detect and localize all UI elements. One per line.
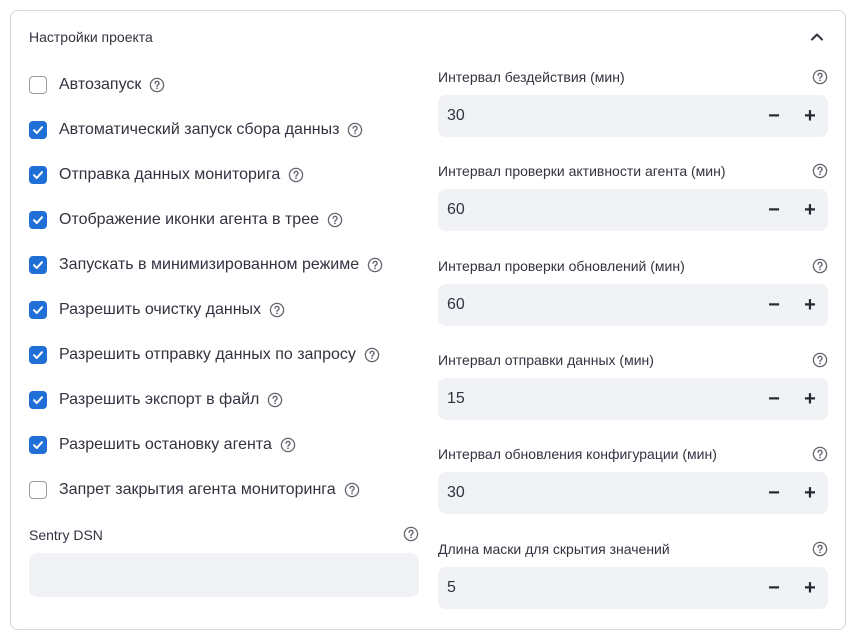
increment-button[interactable]: + <box>792 567 828 609</box>
number-input-value[interactable]: 15 <box>438 390 756 408</box>
checkbox-label: Разрешить очистку данных <box>59 301 262 318</box>
help-icon[interactable] <box>347 122 363 138</box>
checkbox-label: Отправка данных мониторига <box>59 166 281 183</box>
checkbox-checked[interactable] <box>29 436 47 454</box>
chevron-up-icon[interactable] <box>807 27 827 47</box>
checkbox-row-auto-collect[interactable]: Автоматический запуск сбора данныз <box>29 118 363 142</box>
checkbox-label: Разрешить отправку данных по запросу <box>59 346 356 363</box>
help-icon[interactable] <box>812 352 828 368</box>
number-input-mask-length: Длина маски для скрытия значений 5 − + <box>438 541 828 623</box>
decrement-button[interactable]: − <box>756 378 792 420</box>
number-input-value[interactable]: 30 <box>438 107 756 125</box>
checkbox-row-send-monitoring[interactable]: Отправка данных мониторига <box>29 163 304 187</box>
checkbox-checked[interactable] <box>29 166 47 184</box>
help-icon[interactable] <box>812 258 828 274</box>
number-input-value[interactable]: 60 <box>438 296 756 314</box>
help-icon[interactable] <box>812 163 828 179</box>
decrement-button[interactable]: − <box>756 189 792 231</box>
number-input-box[interactable]: 30 − + <box>438 95 828 137</box>
help-icon[interactable] <box>367 257 383 273</box>
checkbox-row-tray-icon[interactable]: Отображение иконки агента в трее <box>29 208 343 232</box>
help-icon[interactable] <box>812 541 828 557</box>
sentry-dsn-label: Sentry DSN <box>29 527 103 543</box>
increment-button[interactable]: + <box>792 189 828 231</box>
help-icon[interactable] <box>269 302 285 318</box>
help-icon[interactable] <box>149 77 165 93</box>
checkbox-label: Автоматический запуск сбора данныз <box>59 121 340 138</box>
help-icon[interactable] <box>344 482 360 498</box>
checkbox-checked[interactable] <box>29 391 47 409</box>
help-icon[interactable] <box>812 446 828 462</box>
decrement-button[interactable]: − <box>756 567 792 609</box>
checkbox-label: Разрешить экспорт в файл <box>59 391 260 408</box>
number-input-label: Интервал проверки активности агента (мин… <box>438 163 726 179</box>
number-input-box[interactable]: 60 − + <box>438 284 828 326</box>
help-icon[interactable] <box>288 167 304 183</box>
number-input-value[interactable]: 60 <box>438 201 756 219</box>
number-input-value[interactable]: 30 <box>438 484 756 502</box>
checkbox-row-allow-stop[interactable]: Разрешить остановку агента <box>29 433 296 457</box>
checkbox-row-allow-clear[interactable]: Разрешить очистку данных <box>29 298 285 322</box>
number-input-idle-interval: Интервал бездействия (мин) 30 − + <box>438 69 828 151</box>
project-settings-panel: Настройки проекта Автозапуск Автоматичес… <box>10 10 846 630</box>
decrement-button[interactable]: − <box>756 472 792 514</box>
number-input-box[interactable]: 15 − + <box>438 378 828 420</box>
decrement-button[interactable]: − <box>756 284 792 326</box>
checkbox-label: Разрешить остановку агента <box>59 436 272 453</box>
help-icon[interactable] <box>812 69 828 85</box>
checkbox-row-minimized[interactable]: Запускать в минимизированном режиме <box>29 253 383 277</box>
checkbox-column: Автозапуск Автоматический запуск сбора д… <box>29 11 421 629</box>
help-icon[interactable] <box>327 212 343 228</box>
help-icon[interactable] <box>280 437 296 453</box>
checkbox-unchecked[interactable] <box>29 76 47 94</box>
increment-button[interactable]: + <box>792 378 828 420</box>
checkbox-label: Автозапуск <box>59 76 142 93</box>
number-input-label: Интервал отправки данных (мин) <box>438 352 654 368</box>
checkbox-row-allow-export[interactable]: Разрешить экспорт в файл <box>29 388 283 412</box>
number-input-config-interval: Интервал обновления конфигурации (мин) 3… <box>438 446 828 528</box>
number-input-label: Интервал бездействия (мин) <box>438 69 625 85</box>
increment-button[interactable]: + <box>792 472 828 514</box>
number-input-box[interactable]: 60 − + <box>438 189 828 231</box>
number-input-updates-interval: Интервал проверки обновлений (мин) 60 − … <box>438 258 828 340</box>
checkbox-checked[interactable] <box>29 301 47 319</box>
help-icon[interactable] <box>403 526 419 542</box>
checkbox-row-autostart[interactable]: Автозапуск <box>29 73 165 97</box>
number-input-agent-activity-interval: Интервал проверки активности агента (мин… <box>438 163 828 245</box>
checkbox-row-forbid-close[interactable]: Запрет закрытия агента мониторинга <box>29 478 360 502</box>
checkbox-label: Запускать в минимизированном режиме <box>59 256 360 273</box>
number-input-label: Интервал проверки обновлений (мин) <box>438 258 685 274</box>
increment-button[interactable]: + <box>792 284 828 326</box>
checkbox-checked[interactable] <box>29 211 47 229</box>
number-input-value[interactable]: 5 <box>438 579 756 597</box>
number-input-label: Длина маски для скрытия значений <box>438 541 670 557</box>
checkbox-label: Отображение иконки агента в трее <box>59 211 319 228</box>
checkbox-unchecked[interactable] <box>29 481 47 499</box>
checkbox-checked[interactable] <box>29 346 47 364</box>
number-input-box[interactable]: 30 − + <box>438 472 828 514</box>
help-icon[interactable] <box>267 392 283 408</box>
sentry-dsn-input[interactable] <box>29 553 419 597</box>
number-input-box[interactable]: 5 − + <box>438 567 828 609</box>
checkbox-checked[interactable] <box>29 256 47 274</box>
help-icon[interactable] <box>364 347 380 363</box>
number-input-send-interval: Интервал отправки данных (мин) 15 − + <box>438 352 828 434</box>
number-input-label: Интервал обновления конфигурации (мин) <box>438 446 717 462</box>
checkbox-label: Запрет закрытия агента мониторинга <box>59 481 336 498</box>
decrement-button[interactable]: − <box>756 95 792 137</box>
increment-button[interactable]: + <box>792 95 828 137</box>
checkbox-checked[interactable] <box>29 121 47 139</box>
checkbox-row-allow-send-on-request[interactable]: Разрешить отправку данных по запросу <box>29 343 380 367</box>
